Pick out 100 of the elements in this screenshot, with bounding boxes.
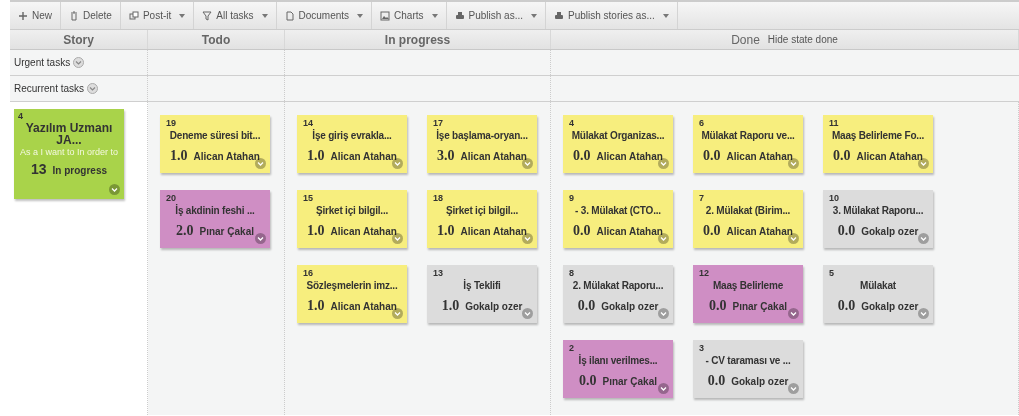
task-card[interactable]: 3 - CV taraması ve ... 0.0 Gokalp ozer <box>693 340 803 398</box>
task-card[interactable]: 9 - 3. Mülakat (CTO... 0.0 Alican Atahan <box>563 190 673 248</box>
toolbar-button[interactable]: Post-it <box>120 2 195 29</box>
chevron-down-icon[interactable] <box>918 158 929 169</box>
task-card[interactable]: 12 Maaş Belirleme 0.0 Pınar Çakal <box>693 265 803 323</box>
chevron-down-icon[interactable] <box>522 158 533 169</box>
card-number: 9 <box>569 192 575 204</box>
task-card[interactable]: 19 Deneme süresi bit... 1.0 Alican Atahan <box>160 115 270 173</box>
task-card[interactable]: 10 3. Mülakat Raporu... 0.0 Gokalp ozer <box>823 190 933 248</box>
plus-icon <box>18 10 28 21</box>
card-points: 0.0 <box>577 297 596 315</box>
card-title: İş akdinin feshi ... <box>174 204 256 218</box>
chevron-down-icon[interactable] <box>658 158 669 169</box>
card-number: 20 <box>166 192 176 204</box>
card-owner: Alican Atahan <box>460 150 527 164</box>
task-card[interactable]: 20 İş akdinin feshi ... 2.0 Pınar Çakal <box>160 190 270 248</box>
chevron-down-icon[interactable] <box>392 158 403 169</box>
task-card[interactable]: 13 İş Teklifi 1.0 Gokalp ozer <box>427 265 537 323</box>
card-owner: Gokalp ozer <box>731 375 789 389</box>
toolbar-button[interactable]: Publish stories as... <box>546 2 678 29</box>
card-title: 2. Mülakat (Birim... <box>704 204 792 218</box>
card-owner: Gokalp ozer <box>465 300 523 314</box>
task-card[interactable]: 17 İşe başlama-oryan... 3.0 Alican Atahan <box>427 115 537 173</box>
card-number: 13 <box>433 267 444 279</box>
card-title: Mülakat <box>859 279 897 293</box>
card-number: 10 <box>829 192 840 204</box>
toolbar-button[interactable]: New <box>10 2 61 29</box>
chevron-down-icon[interactable] <box>788 158 799 169</box>
task-card[interactable]: 5 Mülakat 0.0 Gokalp ozer <box>823 265 933 323</box>
card-number: 8 <box>569 267 575 279</box>
card-points: 1.0 <box>170 147 188 165</box>
card-owner: Pınar Çakal <box>732 300 787 314</box>
card-number: 19 <box>166 117 177 129</box>
printer-icon <box>554 10 564 21</box>
column-title: In progress <box>384 31 451 49</box>
task-card[interactable]: 6 Mülakat Raporu ve... 0.0 Alican Atahan <box>693 115 803 173</box>
card-number: 17 <box>433 117 444 129</box>
task-card[interactable]: 4 Mülakat Organizas... 0.0 Alican Atahan <box>563 115 673 173</box>
card-points: 1.0 <box>307 222 325 240</box>
story-card[interactable]: 4 Yazılım Uzmanı JA... As a I want to In order to 13 In progress <box>14 109 124 199</box>
card-points: 0.0 <box>833 147 851 165</box>
card-owner: Alican Atahan <box>726 225 793 239</box>
card-number: 4 <box>569 117 575 129</box>
toolbar-button[interactable]: All tasks <box>194 2 277 29</box>
column-title: Todo <box>201 31 231 49</box>
card-number: 15 <box>303 192 314 204</box>
card-title: İş Teklifi <box>462 279 502 293</box>
chevron-down-icon[interactable] <box>392 308 403 319</box>
chevron-down-icon[interactable] <box>658 383 669 394</box>
task-card[interactable]: 15 Şirket içi bilgil... 1.0 Alican Atahan <box>297 190 407 248</box>
toolbar-button[interactable]: Delete <box>61 2 121 29</box>
task-card[interactable]: 8 2. Mülakat Raporu... 0.0 Gokalp ozer <box>563 265 673 323</box>
task-card[interactable]: 16 Sözleşmelerin imz... 1.0 Alican Atahan <box>297 265 407 323</box>
filter-icon <box>202 10 213 21</box>
toolbar-button[interactable]: Publish as... <box>446 2 546 29</box>
card-title: Mülakat Organizas... <box>570 129 666 143</box>
story-state: In progress <box>52 164 107 178</box>
task-card[interactable]: 7 2. Mülakat (Birim... 0.0 Alican Atahan <box>693 190 803 248</box>
toolbar-button[interactable]: Charts <box>372 2 447 29</box>
card-title: İş ilanı verilmes... <box>577 354 659 368</box>
card-number: 16 <box>303 267 314 279</box>
card-points: 0.0 <box>573 147 591 165</box>
chevron-down-icon[interactable] <box>522 233 533 244</box>
card-points: 0.0 <box>837 222 856 240</box>
card-number: 12 <box>699 267 710 279</box>
card-points: 1.0 <box>441 297 460 315</box>
chevron-down-icon[interactable] <box>255 233 266 244</box>
card-points: 0.0 <box>707 372 726 390</box>
toolbar-button[interactable]: Documents <box>276 2 373 29</box>
task-card[interactable]: 18 Şirket içi bilgil... 1.0 Alican Atahan <box>427 190 537 248</box>
chevron-down-icon[interactable] <box>255 158 266 169</box>
chevron-down-icon[interactable] <box>392 233 403 244</box>
card-owner: Gokalp ozer <box>861 225 919 239</box>
story-title: Yazılım Uzmanı JA... <box>24 122 114 146</box>
card-title: İşe başlama-oryan... <box>435 129 529 143</box>
card-title: Deneme süresi bit... <box>168 129 262 143</box>
card-owner: Pınar Çakal <box>199 225 254 239</box>
document-icon <box>284 10 295 21</box>
hide-state-link[interactable]: Hide state done <box>767 32 838 47</box>
chevron-down-icon[interactable] <box>788 308 799 319</box>
card-owner: Alican Atahan <box>726 150 793 164</box>
card-owner: Alican Atahan <box>193 150 260 164</box>
card-title: - 3. Mülakat (CTO... <box>574 204 662 218</box>
card-owner: Alican Atahan <box>330 300 397 314</box>
chevron-down-icon[interactable] <box>658 233 669 244</box>
card-title: Şirket içi bilgil... <box>314 204 390 218</box>
task-card[interactable]: 2 İş ilanı verilmes... 0.0 Pınar Çakal <box>563 340 673 398</box>
task-card[interactable]: 11 Maaş Belirleme Fo... 0.0 Alican Atahan <box>823 115 933 173</box>
chevron-down-icon[interactable] <box>788 233 799 244</box>
card-number: 11 <box>829 117 840 129</box>
printer-icon <box>454 10 465 21</box>
card-owner: Gokalp ozer <box>601 300 659 314</box>
card-number: 18 <box>433 192 444 204</box>
column-title: Done <box>731 31 760 49</box>
story-number: 4 <box>18 111 24 122</box>
task-card[interactable]: 14 İşe giriş evrakla... 1.0 Alican Atahan <box>297 115 407 173</box>
story-points: 13 <box>30 160 47 179</box>
card-number: 14 <box>303 117 313 129</box>
card-number: 2 <box>569 342 575 354</box>
card-owner: Pınar Çakal <box>602 375 657 389</box>
